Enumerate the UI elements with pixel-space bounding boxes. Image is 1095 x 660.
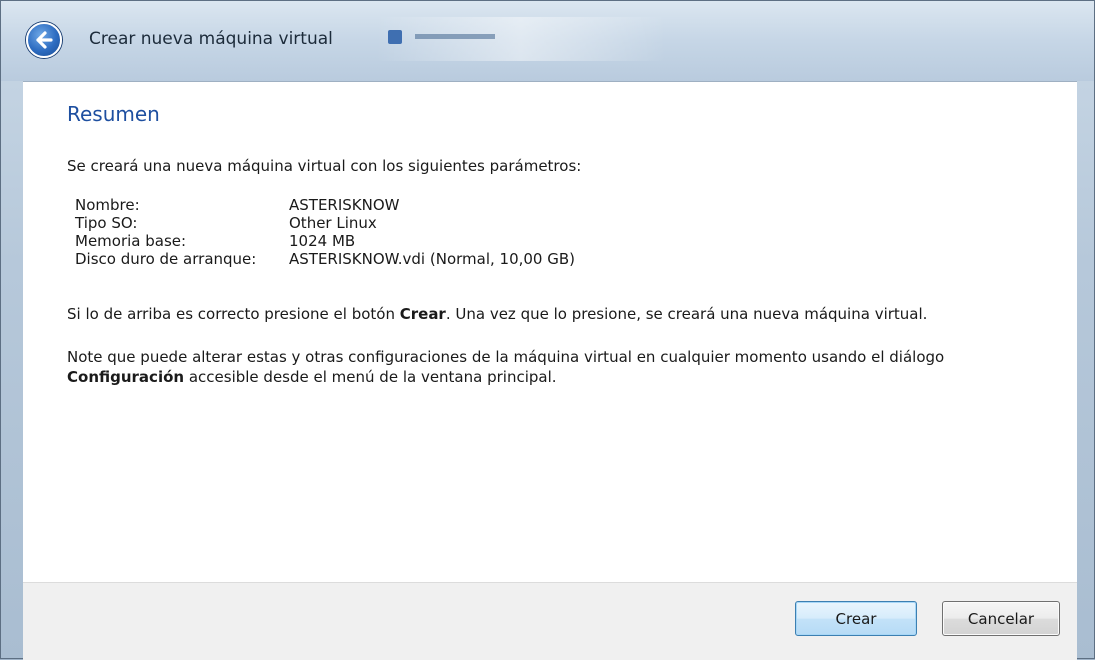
create-button[interactable]: Crear xyxy=(795,601,917,636)
button-bar: Crear Cancelar xyxy=(23,582,1077,660)
param-label: Memoria base: xyxy=(75,232,187,250)
window-title: Crear nueva máquina virtual xyxy=(89,29,333,49)
background-window-title xyxy=(415,34,495,39)
title-bar: Crear nueva máquina virtual xyxy=(1,1,1094,81)
note-line-2: Configuración accesible desde el menú de… xyxy=(67,367,1067,387)
cancel-button[interactable]: Cancelar xyxy=(942,601,1060,636)
back-button[interactable] xyxy=(26,22,62,58)
back-arrow-icon xyxy=(36,31,53,49)
param-value: ASTERISKNOW.vdi (Normal, 10,00 GB) xyxy=(289,250,576,268)
note-line-2-rest: accesible desde el menú de la ventana pr… xyxy=(184,368,557,386)
confirm-text: Si lo de arriba es correcto presione el … xyxy=(67,304,927,324)
note-text: Note que puede alterar estas y otras con… xyxy=(67,347,1067,387)
param-label: Tipo SO: xyxy=(75,214,138,232)
note-line-1: Note que puede alterar estas y otras con… xyxy=(67,348,945,366)
confirm-text-start: Si lo de arriba es correcto presione el … xyxy=(67,305,400,323)
summary-intro: Se creará una nueva máquina virtual con … xyxy=(67,157,582,175)
background-window-icon xyxy=(388,30,402,44)
param-value: Other Linux xyxy=(289,214,377,232)
param-value: ASTERISKNOW xyxy=(289,196,400,214)
param-label: Nombre: xyxy=(75,196,140,214)
note-settings-name: Configuración xyxy=(67,368,185,386)
param-label: Disco duro de arranque: xyxy=(75,250,257,268)
page-title: Resumen xyxy=(67,102,160,126)
confirm-text-button-name: Crear xyxy=(399,305,446,323)
param-value: 1024 MB xyxy=(289,232,356,250)
confirm-text-end: . Una vez que lo presione, se creará una… xyxy=(445,305,928,323)
wizard-window: Crear nueva máquina virtual Resumen Se c… xyxy=(0,0,1095,660)
wizard-page: Resumen Se creará una nueva máquina virt… xyxy=(23,81,1077,582)
background-window-ghost xyxy=(376,17,666,61)
